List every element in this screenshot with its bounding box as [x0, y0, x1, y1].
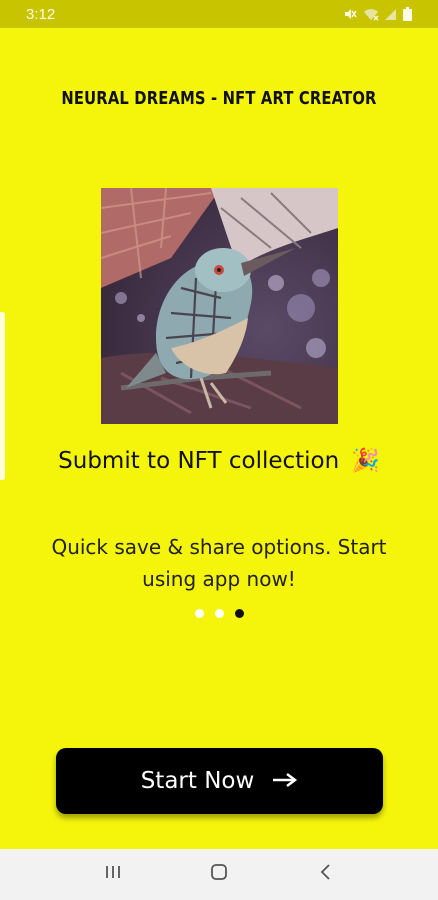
page-dot-1[interactable]	[194, 609, 204, 618]
start-now-button[interactable]: Start Now	[56, 748, 383, 814]
signal-icon	[385, 8, 397, 20]
onboarding-headline: Submit to NFT collection 🎉	[0, 447, 438, 475]
system-nav-bar	[0, 849, 438, 900]
status-bar: 3:12	[0, 0, 438, 28]
home-button[interactable]	[199, 855, 239, 895]
wifi-icon	[363, 8, 379, 21]
back-button[interactable]	[305, 855, 345, 895]
app-title: NEURAL DREAMS - NFT ART CREATOR	[61, 88, 377, 109]
recents-button[interactable]	[93, 855, 133, 895]
page-indicator	[0, 609, 438, 618]
headline-text: Submit to NFT collection	[58, 447, 340, 474]
recents-icon	[104, 864, 122, 885]
status-time: 3:12	[26, 5, 56, 23]
arrow-right-icon	[272, 768, 298, 794]
nft-artwork-image	[101, 188, 338, 424]
page-dot-3-active[interactable]	[234, 609, 244, 618]
status-icons	[343, 7, 412, 21]
home-icon	[210, 863, 228, 886]
page-dot-2[interactable]	[214, 609, 224, 618]
mute-icon	[343, 7, 357, 21]
party-popper-icon: 🎉	[351, 448, 380, 474]
back-icon	[319, 863, 331, 886]
start-now-label: Start Now	[140, 768, 255, 794]
onboarding-description: Quick save & share options. Start using …	[51, 535, 387, 591]
battery-icon	[403, 7, 412, 21]
